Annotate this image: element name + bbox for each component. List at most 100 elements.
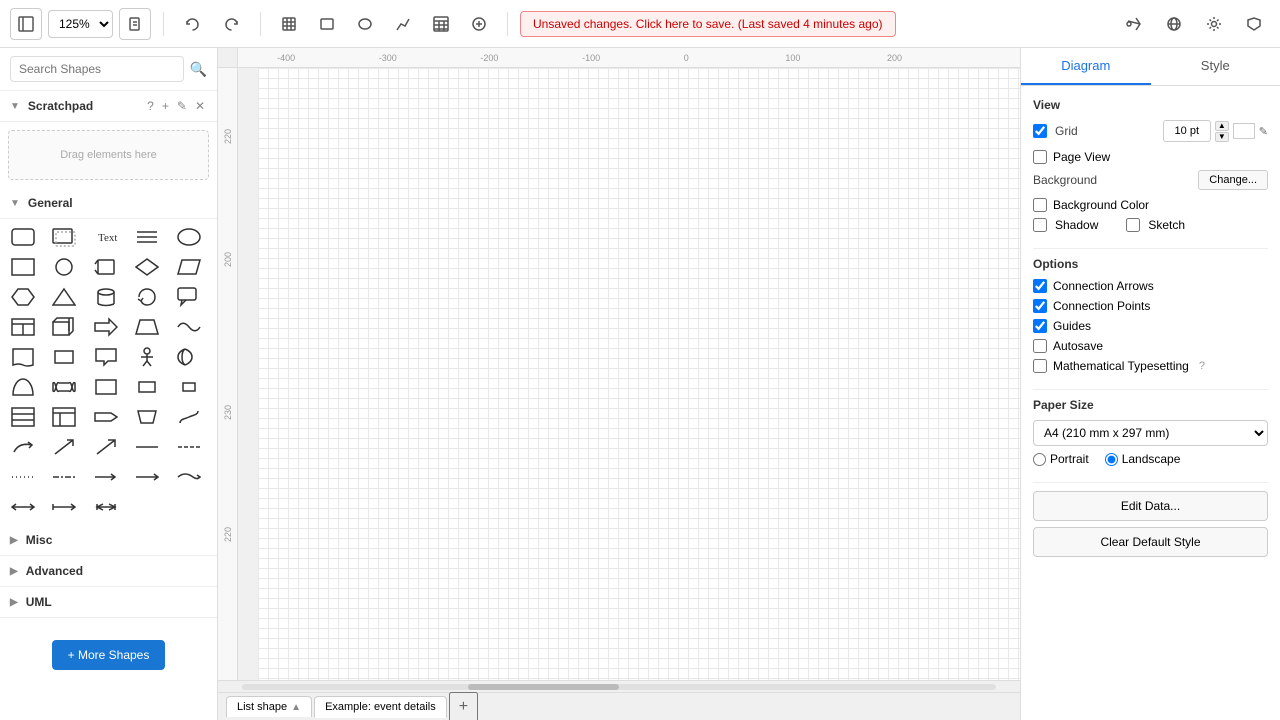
shape-ellipse[interactable] [172,223,206,251]
grid-spin-down[interactable]: ▼ [1215,132,1229,142]
misc-section-header[interactable]: ▶ Misc [0,525,217,556]
shape-table[interactable] [6,313,40,341]
search-icon[interactable]: 🔍 [190,61,207,78]
shape-line-arrow[interactable] [89,463,123,491]
scrollbar-thumb[interactable] [468,684,619,690]
table-tool-button[interactable] [425,8,457,40]
embed-button[interactable] [1158,8,1190,40]
connection-arrows-checkbox[interactable] [1033,279,1047,293]
shape-arrow-double[interactable] [6,493,40,521]
canvas[interactable] [258,68,1020,680]
math-help-icon[interactable]: ? [1199,360,1205,372]
redo-button[interactable] [216,8,248,40]
tab-diagram[interactable]: Diagram [1021,48,1151,85]
extra-tool-button[interactable] [463,8,495,40]
shape-line-dashed[interactable] [172,433,206,461]
shape-rect-sm4[interactable] [172,373,206,401]
scratchpad-edit-btn[interactable]: ✎ [175,99,189,113]
grid-color-swatch[interactable] [1233,123,1255,139]
scrollbar-track[interactable] [242,684,996,690]
tab-example-event[interactable]: Example: event details [314,696,447,718]
shape-text[interactable]: Text [89,223,123,251]
shape-arrow-5[interactable] [89,403,123,431]
uml-section-header[interactable]: ▶ UML [0,587,217,618]
shape-arrow-curve[interactable] [172,463,206,491]
share-button[interactable] [1118,8,1150,40]
guides-checkbox[interactable] [1033,319,1047,333]
scratchpad-help-btn[interactable]: ? [145,99,156,113]
shape-trapezoid[interactable] [130,313,164,341]
shape-rect-rounded[interactable] [6,223,40,251]
save-button[interactable]: Unsaved changes. Click here to save. (La… [520,11,896,37]
landscape-radio[interactable] [1105,453,1118,466]
rect-tool-button[interactable] [311,8,343,40]
grid-edit-icon[interactable]: ✎ [1259,125,1268,138]
shape-parallelogram[interactable] [172,253,206,281]
shape-line-dotted[interactable] [6,463,40,491]
shape-diamond[interactable] [130,253,164,281]
shape-curved-arrow[interactable] [6,433,40,461]
shape-tape[interactable] [47,373,81,401]
shape-crescent[interactable] [172,343,206,371]
background-change-button[interactable]: Change... [1198,170,1268,190]
shape-loop[interactable] [130,283,164,311]
line-tool-button[interactable] [387,8,419,40]
shape-half-circle[interactable] [6,373,40,401]
shape-arrow-long[interactable] [47,493,81,521]
tab-list-shape[interactable]: List shape ▲ [226,696,312,717]
shape-arrow-right[interactable] [89,313,123,341]
shape-callout[interactable] [172,283,206,311]
shape-rect-sm[interactable] [47,343,81,371]
shape-rect-shadow[interactable] [47,223,81,251]
shape-wave[interactable] [172,313,206,341]
shape-triangle[interactable] [47,283,81,311]
shape-arrow-plain[interactable] [130,463,164,491]
clear-default-style-button[interactable]: Clear Default Style [1033,527,1268,557]
search-input[interactable] [10,56,184,82]
shape-line-mixed[interactable] [47,463,81,491]
edit-data-button[interactable]: Edit Data... [1033,491,1268,521]
shape-rect-sm2[interactable] [89,373,123,401]
shape-cylinder[interactable] [89,283,123,311]
scratchpad-section-header[interactable]: ▼ Scratchpad ? + ✎ ✕ [0,91,217,122]
more-shapes-button[interactable]: + More Shapes [52,640,166,670]
shape-arrow-diagonal[interactable] [47,433,81,461]
shape-lines[interactable] [130,223,164,251]
math-typesetting-checkbox[interactable] [1033,359,1047,373]
shape-speech[interactable] [89,343,123,371]
general-section-header[interactable]: ▼ General [0,188,217,219]
shape-circle[interactable] [47,253,81,281]
shape-rect[interactable] [6,253,40,281]
extras-button[interactable] [1238,8,1270,40]
shape-rect-sm3[interactable] [130,373,164,401]
shape-arrow-up-right[interactable] [89,433,123,461]
shape-person[interactable] [130,343,164,371]
sidebar-toggle-button[interactable] [10,8,42,40]
new-page-button[interactable] [119,8,151,40]
page-view-checkbox[interactable] [1033,150,1047,164]
background-color-checkbox[interactable] [1033,198,1047,212]
paper-size-select[interactable]: A4 (210 mm x 297 mm) A3 (297 mm x 420 mm… [1033,420,1268,446]
select-tool-button[interactable] [273,8,305,40]
shape-hexagon[interactable] [6,283,40,311]
portrait-radio[interactable] [1033,453,1046,466]
sketch-checkbox[interactable] [1126,218,1140,232]
advanced-section-header[interactable]: ▶ Advanced [0,556,217,587]
grid-spin-up[interactable]: ▲ [1215,121,1229,131]
shadow-checkbox[interactable] [1033,218,1047,232]
horizontal-scrollbar[interactable] [218,680,1020,692]
grid-size-input[interactable] [1163,120,1211,142]
scratchpad-close-btn[interactable]: ✕ [193,99,207,113]
tab-style[interactable]: Style [1151,48,1280,85]
zoom-select[interactable]: 125% 50% 75% 100% 150% 200% [48,10,113,38]
shape-line-solid[interactable] [130,433,164,461]
portrait-label[interactable]: Portrait [1033,452,1089,466]
landscape-label[interactable]: Landscape [1105,452,1181,466]
shape-rows[interactable] [6,403,40,431]
shape-list[interactable] [47,403,81,431]
shape-trapezoid2[interactable] [130,403,164,431]
autosave-checkbox[interactable] [1033,339,1047,353]
undo-button[interactable] [176,8,208,40]
grid-checkbox[interactable] [1033,124,1047,138]
settings-button[interactable] [1198,8,1230,40]
